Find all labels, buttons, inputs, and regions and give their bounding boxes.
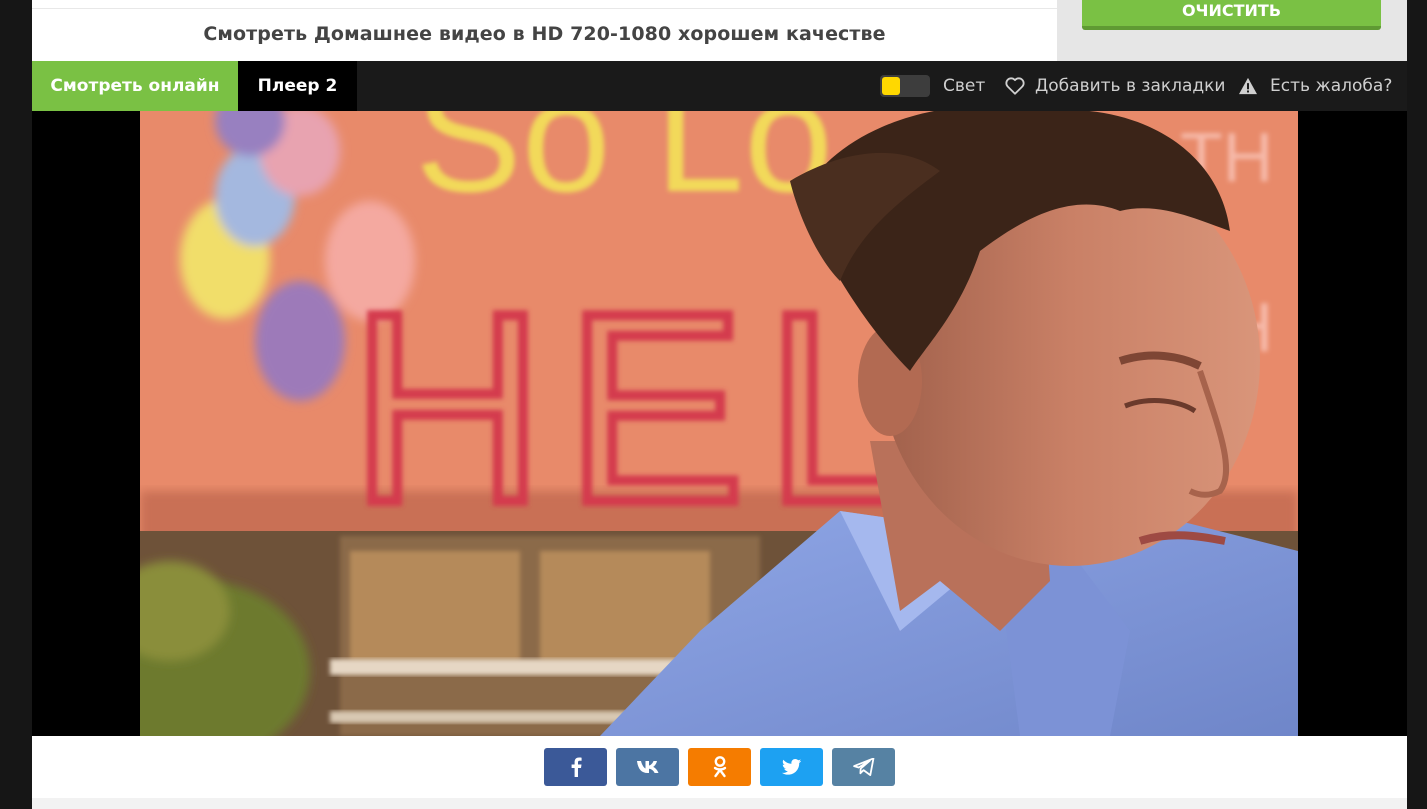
banner-text-top: So Lo [415,111,833,225]
tab-watch-online[interactable]: Смотреть онлайн [32,61,238,111]
light-label[interactable]: Свет [943,61,985,111]
clear-button[interactable]: ОЧИСТИТЬ [1082,0,1381,30]
warning-icon [1239,77,1257,95]
light-toggle[interactable] [880,75,930,97]
share-telegram-button[interactable] [832,748,895,786]
tab-player-2[interactable]: Плеер 2 [238,61,357,111]
add-bookmark-button[interactable]: Добавить в закладки [1005,61,1225,111]
heart-icon [1005,77,1025,95]
share-facebook-button[interactable] [544,748,607,786]
share-odnoklassniki-button[interactable] [688,748,751,786]
main-column: Смотреть Домашнее видео в HD 720-1080 хо… [32,0,1407,809]
bottom-strip [32,798,1407,809]
light-toggle-knob [882,77,900,95]
share-twitter-button[interactable] [760,748,823,786]
video-player[interactable]: So Lo HELL TH TH [32,111,1407,736]
player-tabs-bar: Смотреть онлайн Плеер 2 Свет Добавить в … [32,61,1407,111]
complaint-button[interactable]: Есть жалоба? [1238,61,1392,111]
share-vk-button[interactable] [616,748,679,786]
share-bar [32,736,1407,798]
telegram-icon [852,758,874,776]
page-title: Смотреть Домашнее видео в HD 720-1080 хо… [203,23,886,45]
video-still-image: So Lo HELL TH TH [140,111,1298,736]
facebook-icon [571,757,582,777]
odnoklassniki-icon [713,756,726,778]
video-frame[interactable]: So Lo HELL TH TH [140,111,1298,736]
sidebar-panel: ОЧИСТИТЬ [1057,0,1407,61]
complaint-label: Есть жалоба? [1270,76,1393,96]
divider [32,8,1057,9]
twitter-icon [781,759,801,775]
vk-icon [636,761,658,773]
bookmark-label: Добавить в закладки [1035,76,1226,96]
title-bar: Смотреть Домашнее видео в HD 720-1080 хо… [32,0,1057,61]
